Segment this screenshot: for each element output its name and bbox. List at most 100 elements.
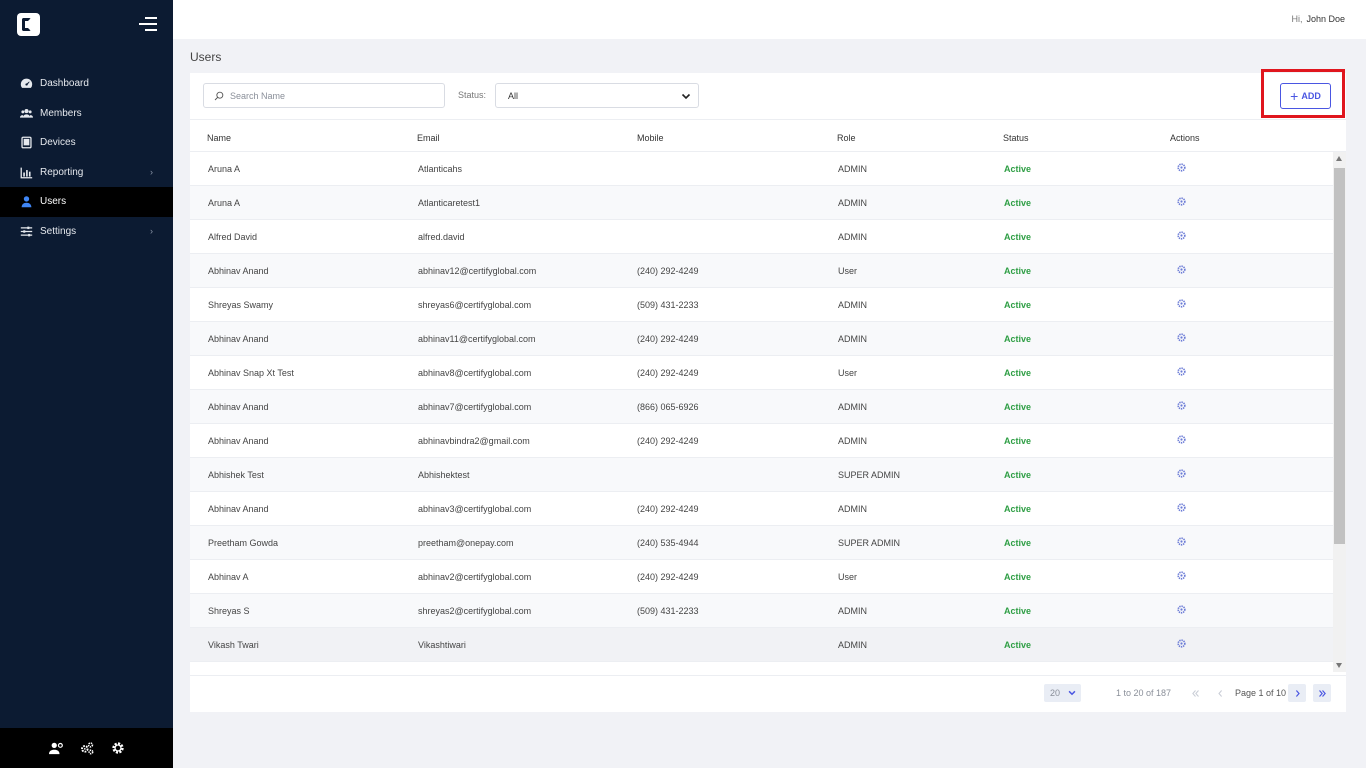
page-size-select[interactable]: 20: [1044, 684, 1081, 702]
user-settings-gear-icon[interactable]: [1176, 162, 1187, 173]
status-badge: Active: [1004, 300, 1032, 310]
user-settings-gear-icon[interactable]: [1176, 230, 1187, 241]
cell-email: abhinav11@certifyglobal.com: [418, 334, 536, 344]
cell-name: Abhinav Anand: [208, 334, 269, 344]
user-settings-gear-icon[interactable]: [1176, 366, 1187, 377]
app-logo[interactable]: [17, 13, 40, 36]
status-badge: Active: [1004, 504, 1032, 514]
table-row[interactable]: Abhishek Test Abhishektest SUPER ADMIN Acti…: [190, 458, 1333, 492]
cell-email: abhinav7@certifyglobal.com: [418, 402, 532, 412]
sidebar-item-users[interactable]: Users: [0, 187, 173, 217]
cell-email: abhinav12@certifyglobal.com: [418, 266, 537, 276]
prev-page-button[interactable]: [1211, 684, 1229, 702]
cell-mobile: (509) 431-2233: [637, 300, 699, 310]
user-settings-gear-icon[interactable]: [1176, 468, 1187, 479]
scroll-up-arrow-icon[interactable]: [1336, 156, 1342, 161]
greeting-prefix: Hi,: [1291, 14, 1303, 24]
pagination-range: 1 to 20 of 187: [1116, 688, 1172, 698]
cell-email: abhinav3@certifyglobal.com: [418, 504, 532, 514]
status-select-value: All: [508, 90, 519, 101]
table-row[interactable]: Abhinav Anand abhinav7@certifyglobal.com (…: [190, 390, 1333, 424]
sidebar-item-devices[interactable]: Devices: [0, 128, 173, 158]
column-header-mobile[interactable]: Mobile: [637, 133, 664, 143]
cell-mobile: (240) 292-4249: [637, 266, 699, 276]
user-settings-gear-icon[interactable]: [1176, 332, 1187, 343]
cell-role: ADMIN: [838, 606, 867, 616]
cell-role: ADMIN: [838, 164, 867, 174]
status-badge: Active: [1004, 198, 1032, 208]
user-settings-gear-icon[interactable]: [1176, 604, 1187, 615]
chevron-left-icon: [1217, 689, 1222, 697]
status-badge: Active: [1004, 334, 1032, 344]
user-greeting[interactable]: Hi, John Doe: [1291, 14, 1345, 24]
search-input[interactable]: [230, 90, 430, 101]
scrollbar-thumb[interactable]: [1334, 168, 1345, 544]
sidebar-item-dashboard[interactable]: Dashboard: [0, 69, 173, 99]
chevron-right-icon: ›: [150, 166, 153, 177]
table-row[interactable]: Abhinav A abhinav2@certifyglobal.com (240)…: [190, 560, 1333, 594]
table-row[interactable]: Alfred David alfred.david ADMIN Active: [190, 220, 1333, 254]
table-row[interactable]: Vikash Twari Vikashtiwari ADMIN Active: [190, 628, 1333, 662]
table-row[interactable]: Aruna A Atlanticaretest1 ADMIN Active: [190, 186, 1333, 220]
cell-name: Abhinav Anand: [208, 402, 269, 412]
chevron-down-icon: [681, 93, 691, 100]
gear-icon[interactable]: [111, 741, 125, 755]
next-page-button[interactable]: [1288, 684, 1306, 702]
menu-toggle-icon[interactable]: [139, 17, 157, 31]
sidebar-item-settings[interactable]: Settings ›: [0, 217, 173, 247]
table-scrollbar[interactable]: [1333, 152, 1346, 672]
user-settings-gear-icon[interactable]: [1176, 638, 1187, 649]
first-page-button[interactable]: [1186, 684, 1204, 702]
cell-email: Atlanticahs: [418, 164, 463, 174]
table-row[interactable]: Shreyas S shreyas2@certifyglobal.com (509)…: [190, 594, 1333, 628]
double-chevron-right-icon: [1318, 689, 1326, 697]
user-settings-gear-icon[interactable]: [1176, 400, 1187, 411]
cell-role: ADMIN: [838, 640, 867, 650]
user-settings-gear-icon[interactable]: [1176, 264, 1187, 275]
reporting-icon: [20, 166, 33, 179]
status-badge: Active: [1004, 368, 1032, 378]
cogs-icon[interactable]: [80, 741, 94, 755]
search-box[interactable]: [203, 83, 445, 108]
user-settings-gear-icon[interactable]: [1176, 536, 1187, 547]
cell-role: ADMIN: [838, 334, 867, 344]
status-badge: Active: [1004, 538, 1032, 548]
user-settings-gear-icon[interactable]: [1176, 434, 1187, 445]
table-row[interactable]: Preetham Gowda preetham@onepay.com (240) 5…: [190, 526, 1333, 560]
user-icon: [20, 195, 33, 208]
cell-mobile: (240) 292-4249: [637, 572, 699, 582]
user-settings-icon[interactable]: [48, 741, 63, 755]
sidebar-item-label: Members: [40, 107, 82, 119]
user-name: John Doe: [1306, 14, 1345, 24]
column-header-name[interactable]: Name: [207, 133, 231, 143]
column-header-email[interactable]: Email: [417, 133, 440, 143]
add-user-button[interactable]: + ADD: [1280, 83, 1331, 109]
table-row[interactable]: Abhinav Anand abhinav11@certifyglobal.com…: [190, 322, 1333, 356]
sidebar: Dashboard Members Devices Reporting › Us…: [0, 0, 173, 768]
table-row[interactable]: Abhinav Anand abhinav3@certifyglobal.com (…: [190, 492, 1333, 526]
sidebar-item-reporting[interactable]: Reporting ›: [0, 158, 173, 188]
sidebar-item-members[interactable]: Members: [0, 99, 173, 129]
table-row[interactable]: Abhinav Anand abhinav12@certifyglobal.com…: [190, 254, 1333, 288]
plus-icon: +: [1290, 88, 1299, 104]
cell-email: Atlanticaretest1: [418, 198, 481, 208]
cell-name: Aruna A: [208, 164, 241, 174]
cell-name: Shreyas Swamy: [208, 300, 274, 310]
table-row[interactable]: Abhinav Snap Xt Test abhinav8@certifyglob…: [190, 356, 1333, 390]
user-settings-gear-icon[interactable]: [1176, 298, 1187, 309]
status-badge: Active: [1004, 402, 1032, 412]
last-page-button[interactable]: [1313, 684, 1331, 702]
column-header-role[interactable]: Role: [837, 133, 856, 143]
table-row[interactable]: Aruna A Atlanticahs ADMIN Active: [190, 152, 1333, 186]
table-row[interactable]: Shreyas Swamy shreyas6@certifyglobal.com (…: [190, 288, 1333, 322]
users-card: Status: All + ADD Name Email Mobile Role…: [190, 73, 1346, 712]
scroll-down-arrow-icon[interactable]: [1336, 663, 1342, 668]
table-header: Name Email Mobile Role Status Actions: [190, 119, 1346, 152]
user-settings-gear-icon[interactable]: [1176, 570, 1187, 581]
status-select[interactable]: All: [495, 83, 699, 108]
user-settings-gear-icon[interactable]: [1176, 196, 1187, 207]
cell-mobile: (240) 535-4944: [637, 538, 699, 548]
table-row[interactable]: Abhinav Anand abhinavbindra2@gmail.com (24…: [190, 424, 1333, 458]
user-settings-gear-icon[interactable]: [1176, 502, 1187, 513]
column-header-status[interactable]: Status: [1003, 133, 1029, 143]
